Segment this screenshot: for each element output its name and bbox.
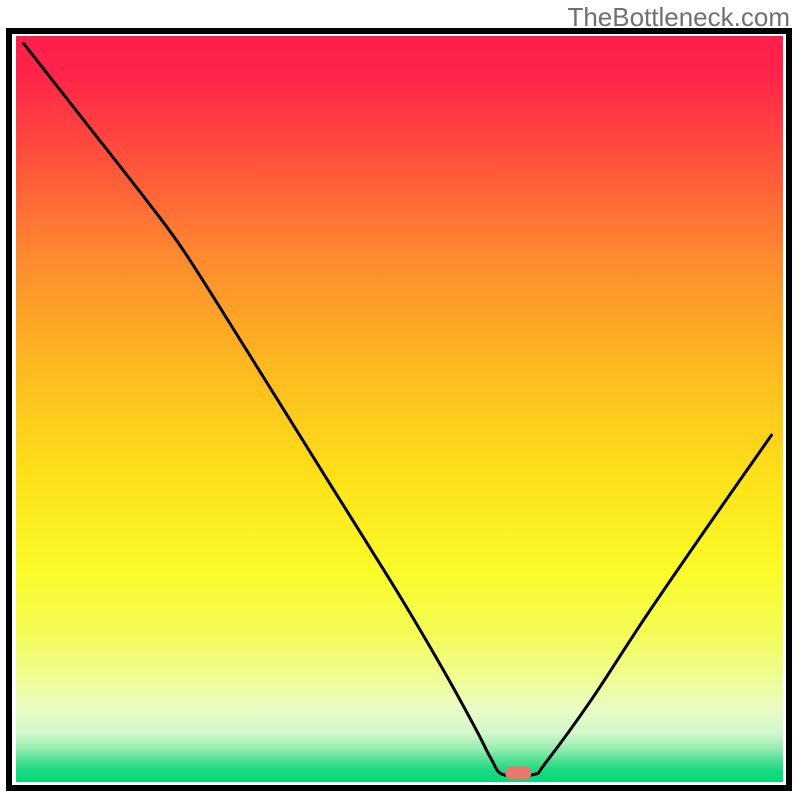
gradient-background bbox=[16, 36, 783, 782]
chart-svg bbox=[0, 0, 800, 800]
optimal-marker bbox=[505, 767, 531, 780]
watermark-text: TheBottleneck.com bbox=[567, 2, 790, 33]
chart-container: TheBottleneck.com bbox=[0, 0, 800, 800]
